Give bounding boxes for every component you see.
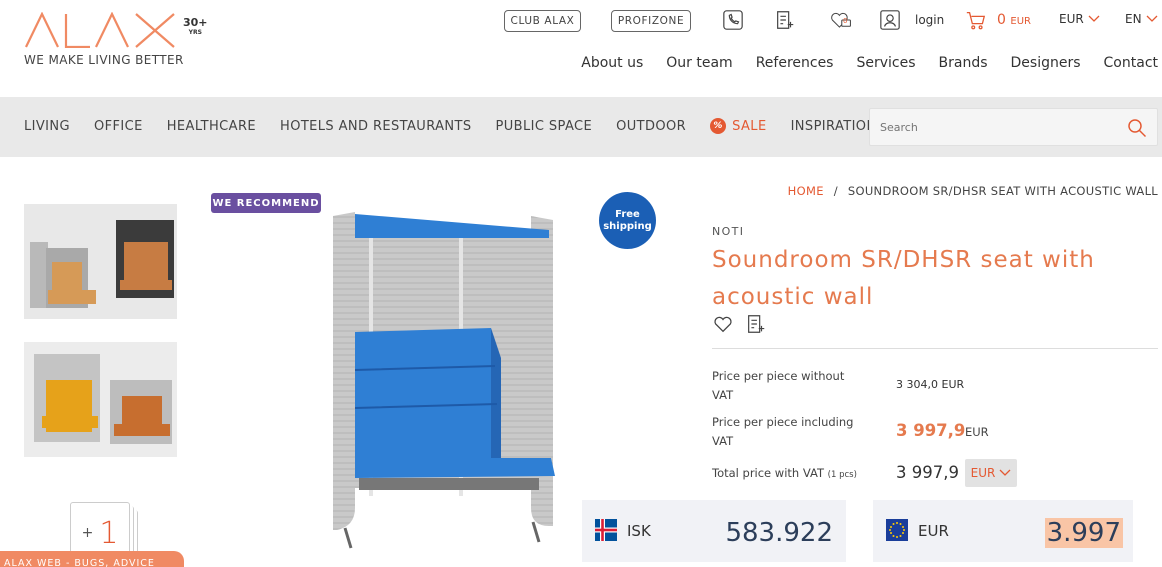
breadcrumb-separator: / xyxy=(833,184,838,198)
total-price-label: Total price with VAT (1 pcs) xyxy=(712,466,857,480)
price-with-vat-label: Price per piece including VAT xyxy=(712,415,854,448)
category-healthcare[interactable]: HEALTHCARE xyxy=(167,118,256,134)
chevron-down-icon xyxy=(1146,15,1158,22)
price-with-vat-currency: EUR xyxy=(965,425,989,439)
price-with-vat-value: 3 997,9 xyxy=(896,421,966,440)
more-images-count: 1 xyxy=(99,515,119,551)
cart-icon[interactable] xyxy=(963,7,989,33)
language-dropdown[interactable]: EN xyxy=(1125,12,1158,26)
menu-our-team[interactable]: Our team xyxy=(666,55,732,71)
menu-about-us[interactable]: About us xyxy=(581,55,643,71)
divider xyxy=(712,348,1158,349)
logo-years-badge: 30+ YRS xyxy=(183,16,208,36)
product-brand[interactable]: NOTI xyxy=(712,225,744,238)
phone-icon[interactable] xyxy=(720,7,746,33)
user-icon[interactable] xyxy=(877,7,903,33)
compare-list-icon[interactable] xyxy=(772,7,798,33)
favorites-count: 0 xyxy=(843,17,848,25)
currency-dropdown[interactable]: EUR xyxy=(1059,12,1100,26)
price-without-vat-label: Price per piece without VAT xyxy=(712,369,845,402)
profizone-button[interactable]: PROFIZONE xyxy=(611,10,691,32)
more-plus-sign: + xyxy=(81,525,94,541)
price-without-vat: 3 304,0 EUR xyxy=(896,378,965,391)
thumbnail-image xyxy=(24,204,177,319)
category-outdoor[interactable]: OUTDOOR xyxy=(616,118,686,134)
converter-isk: ISK 583.922 xyxy=(582,500,846,562)
category-hotels-restaurants[interactable]: HOTELS AND RESTAURANTS xyxy=(280,118,472,134)
total-currency-dropdown[interactable]: EUR xyxy=(965,459,1017,487)
converter-currency-code: ISK xyxy=(627,522,651,540)
category-sale-label: SALE xyxy=(732,118,767,134)
cart-total[interactable]: 0 EUR xyxy=(997,12,1031,28)
search-icon[interactable] xyxy=(1127,118,1147,138)
add-to-compare-icon[interactable] xyxy=(743,311,769,337)
converter-value: 583.922 xyxy=(725,518,833,548)
chevron-down-icon xyxy=(999,469,1011,476)
breadcrumb-current: SOUNDROOM SR/DHSR SEAT WITH ACOUSTIC WAL… xyxy=(847,184,1158,198)
login-link[interactable]: login xyxy=(915,13,944,27)
category-sale[interactable]: % SALE xyxy=(710,118,766,134)
total-price-value: 3 997,9 xyxy=(896,463,959,482)
thumbnail-image xyxy=(24,342,177,457)
product-thumbnail-1[interactable] xyxy=(24,204,177,319)
category-living[interactable]: LIVING xyxy=(24,118,70,134)
iceland-flag-icon xyxy=(595,519,617,541)
alax-logo-mark xyxy=(25,11,175,49)
category-nav: LIVING OFFICE HEALTHCARE HOTELS AND REST… xyxy=(24,118,901,134)
category-inspiration[interactable]: INSPIRATION xyxy=(791,118,877,134)
club-alax-button[interactable]: CLUB ALAX xyxy=(504,10,581,32)
bugs-advice-tab[interactable]: ALAX WEB - BUGS, ADVICE HERE xyxy=(0,551,184,567)
sale-percent-icon: % xyxy=(710,118,727,134)
menu-services[interactable]: Services xyxy=(856,55,915,71)
product-thumbnail-2[interactable] xyxy=(24,342,177,457)
category-office[interactable]: OFFICE xyxy=(94,118,143,134)
add-to-favorites-heart-icon[interactable] xyxy=(710,311,736,337)
logo-tagline: WE MAKE LIVING BETTER xyxy=(24,53,184,67)
product-main-image[interactable] xyxy=(325,208,561,553)
favorites-heart-icon[interactable]: 0 xyxy=(826,7,856,33)
menu-designers[interactable]: Designers xyxy=(1011,55,1081,71)
recommend-badge: WE RECOMMEND xyxy=(211,193,321,213)
menu-contact[interactable]: Contact xyxy=(1104,55,1158,71)
converter-eur: EUR 3.997 xyxy=(873,500,1133,562)
free-shipping-badge: Free shipping xyxy=(599,192,656,249)
breadcrumb: HOME / SOUNDROOM SR/DHSR SEAT WITH ACOUS… xyxy=(788,184,1158,198)
product-title: Soundroom SR/DHSR seat with acoustic wal… xyxy=(712,247,1095,310)
soundroom-seat-image xyxy=(333,212,555,549)
search-box xyxy=(869,108,1158,146)
eu-flag-icon xyxy=(886,519,908,541)
converter-currency-code: EUR xyxy=(918,522,949,540)
category-public-space[interactable]: PUBLIC SPACE xyxy=(496,118,593,134)
top-menu: About us Our team References Services Br… xyxy=(558,55,1158,71)
search-input[interactable] xyxy=(870,109,1110,145)
menu-references[interactable]: References xyxy=(756,55,834,71)
converter-value: 3.997 xyxy=(1044,518,1123,548)
chevron-down-icon xyxy=(1088,15,1100,22)
breadcrumb-home[interactable]: HOME xyxy=(788,184,824,198)
alax-logo[interactable] xyxy=(24,11,180,49)
menu-brands[interactable]: Brands xyxy=(939,55,988,71)
